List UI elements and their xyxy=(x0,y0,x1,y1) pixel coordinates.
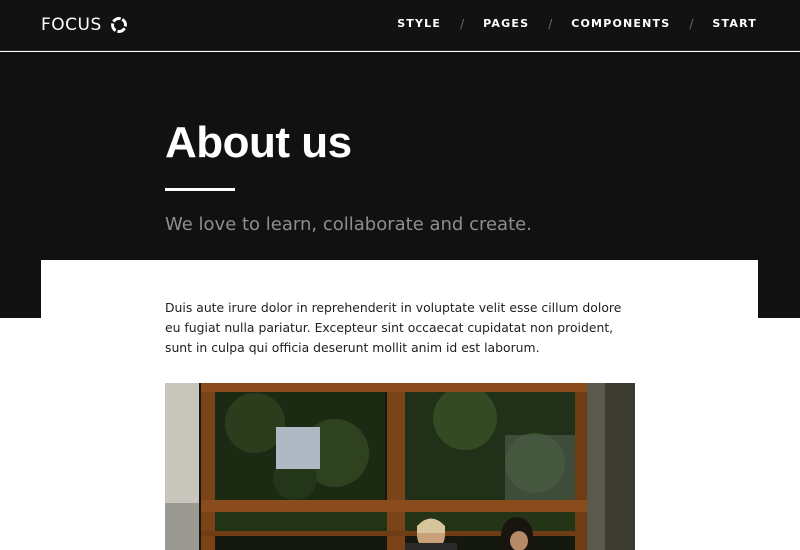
main-nav: STYLE / PAGES / COMPONENTS / START xyxy=(397,16,757,32)
page-subtitle: We love to learn, collaborate and create… xyxy=(165,214,532,235)
nav-link-style[interactable]: STYLE xyxy=(397,16,441,32)
nav-link-components[interactable]: COMPONENTS xyxy=(571,16,670,32)
brand-name: FOCUS xyxy=(41,15,102,35)
nav-link-start[interactable]: START xyxy=(712,16,757,32)
circle-notch-icon xyxy=(110,17,127,33)
nav-separator: / xyxy=(548,17,553,31)
page-title: About us xyxy=(165,118,352,167)
nav-link-pages[interactable]: PAGES xyxy=(483,16,529,32)
brand-logo-link[interactable]: FOCUS xyxy=(41,13,128,37)
content-card: Duis aute irure dolor in reprehenderit i… xyxy=(41,260,758,550)
top-navbar: FOCUS STYLE / PAGES / COMPONENTS / START xyxy=(0,0,800,51)
window-scene-image xyxy=(165,383,635,550)
nav-separator: / xyxy=(460,17,465,31)
nav-separator: / xyxy=(689,17,694,31)
team-photo xyxy=(165,383,635,550)
title-underline xyxy=(165,188,235,191)
intro-paragraph: Duis aute irure dolor in reprehenderit i… xyxy=(165,300,622,355)
